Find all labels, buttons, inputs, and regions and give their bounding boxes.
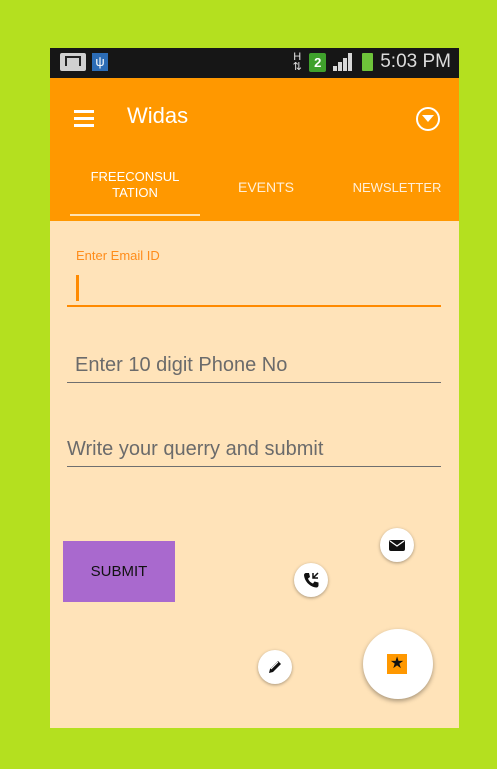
- phone-field[interactable]: Enter 10 digit Phone No: [67, 346, 441, 383]
- call-fab[interactable]: [294, 563, 328, 597]
- battery-icon: [362, 53, 374, 71]
- tab-events[interactable]: EVENTS: [226, 179, 306, 195]
- call-icon: [304, 572, 319, 588]
- mail-icon: [389, 540, 405, 551]
- status-time: 5:03 PM: [380, 51, 451, 72]
- text-cursor: [76, 275, 79, 301]
- mail-fab[interactable]: [380, 528, 414, 562]
- dropdown-circle-icon[interactable]: [416, 107, 440, 131]
- hamburger-icon[interactable]: [74, 110, 94, 127]
- star-icon: ★: [387, 654, 407, 674]
- signal-icon: [333, 53, 355, 71]
- status-bar: ψ H ⇅ 2 5:03 PM: [50, 48, 459, 78]
- email-label: Enter Email ID: [76, 248, 160, 263]
- submit-button[interactable]: SUBMIT: [63, 541, 175, 602]
- favorite-fab[interactable]: ★: [363, 629, 433, 699]
- phone-screen: ψ H ⇅ 2 5:03 PM Widas FREECONSUL TATION EV…: [50, 48, 459, 728]
- tab-newsletter[interactable]: NEWSLETTER: [342, 180, 452, 195]
- usb-debug-icon: ψ: [92, 53, 108, 71]
- network-h-icon: H ⇅: [292, 51, 302, 73]
- sim-badge: 2: [309, 52, 327, 72]
- query-field[interactable]: Write your querry and submit: [67, 428, 441, 467]
- query-placeholder: Write your querry and submit: [67, 438, 324, 460]
- gmail-notification-icon: [60, 53, 86, 71]
- app-bar: Widas FREECONSUL TATION EVENTS NEWSLETTER: [50, 78, 459, 221]
- email-field[interactable]: [67, 273, 441, 307]
- app-title: Widas: [127, 103, 189, 128]
- tab-freeconsultation[interactable]: FREECONSUL TATION: [70, 169, 200, 201]
- phone-placeholder: Enter 10 digit Phone No: [75, 354, 288, 376]
- pencil-icon: [269, 661, 281, 673]
- tab-indicator: [70, 214, 200, 216]
- edit-fab[interactable]: [258, 650, 292, 684]
